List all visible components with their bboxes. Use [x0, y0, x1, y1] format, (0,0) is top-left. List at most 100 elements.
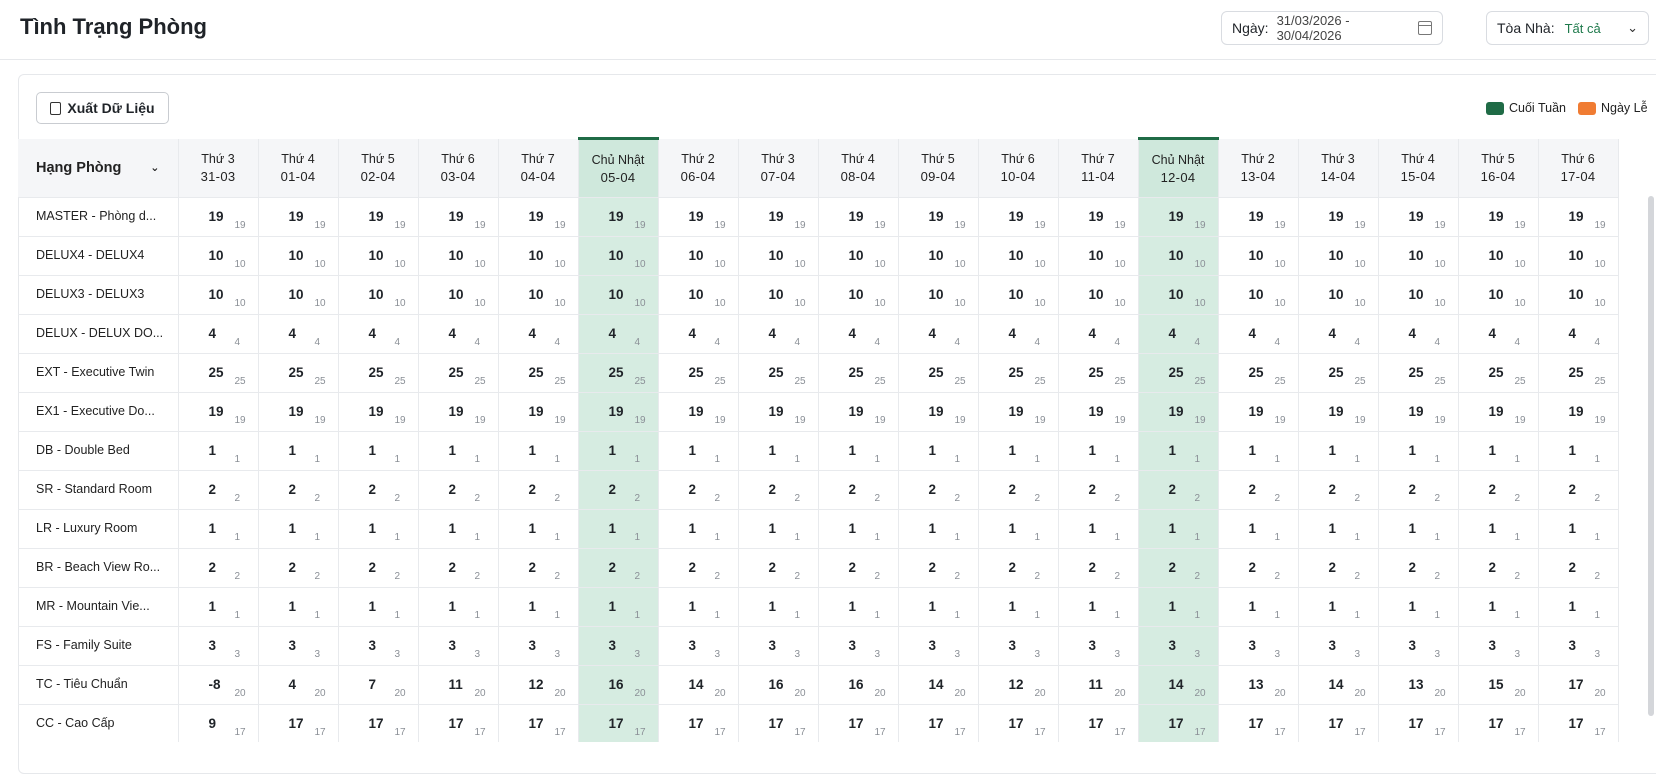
availability-cell[interactable]: 11 [1458, 509, 1539, 549]
availability-cell[interactable]: 19 19 [898, 197, 979, 237]
availability-cell[interactable]: 33 [898, 626, 979, 666]
availability-cell[interactable]: 44 [738, 314, 819, 354]
availability-cell[interactable]: 10 10 [178, 236, 259, 276]
availability-cell[interactable]: 11 [338, 587, 419, 627]
availability-cell[interactable]: 19 19 [738, 197, 819, 237]
availability-cell[interactable]: 11 [1058, 431, 1139, 471]
export-data-button[interactable]: Xuất Dữ Liệu [36, 92, 169, 124]
availability-cell[interactable]: 11 [578, 587, 659, 627]
availability-cell[interactable]: 22 [1138, 470, 1219, 510]
availability-cell[interactable]: 11 [1138, 509, 1219, 549]
availability-cell[interactable]: 17 17 [1378, 704, 1459, 742]
availability-cell[interactable]: 11 [978, 587, 1059, 627]
availability-cell[interactable]: 22 [1538, 548, 1619, 588]
availability-cell[interactable]: 17 17 [1138, 704, 1219, 742]
availability-cell[interactable]: 25 25 [418, 353, 499, 393]
availability-cell[interactable]: 19 19 [338, 392, 419, 432]
availability-cell[interactable]: 17 17 [738, 704, 819, 742]
availability-cell[interactable]: 10 10 [1058, 275, 1139, 315]
availability-cell[interactable]: 44 [978, 314, 1059, 354]
availability-cell[interactable]: 44 [178, 314, 259, 354]
availability-cell[interactable]: 33 [978, 626, 1059, 666]
availability-cell[interactable]: 44 [338, 314, 419, 354]
chevron-down-icon[interactable]: ⌄ [150, 161, 159, 174]
availability-cell[interactable]: 22 [1458, 548, 1539, 588]
availability-cell[interactable]: 44 [658, 314, 739, 354]
availability-cell[interactable]: 10 10 [1538, 236, 1619, 276]
availability-cell[interactable]: 25 25 [578, 353, 659, 393]
availability-cell[interactable]: 11 [978, 509, 1059, 549]
availability-cell[interactable]: 19 19 [1538, 392, 1619, 432]
availability-cell[interactable]: 19 19 [1218, 197, 1299, 237]
availability-cell[interactable]: 11 [578, 431, 659, 471]
availability-cell[interactable]: 33 [1378, 626, 1459, 666]
availability-cell[interactable]: 10 10 [578, 236, 659, 276]
availability-cell[interactable]: 44 [1138, 314, 1219, 354]
availability-cell[interactable]: 17 17 [1298, 704, 1379, 742]
availability-cell[interactable]: 17 17 [258, 704, 339, 742]
availability-cell[interactable]: 19 19 [578, 197, 659, 237]
availability-cell[interactable]: 25 25 [818, 353, 899, 393]
availability-cell[interactable]: 10 10 [578, 275, 659, 315]
availability-cell[interactable]: 22 [898, 548, 979, 588]
availability-cell[interactable]: 33 [1138, 626, 1219, 666]
availability-cell[interactable]: 11 [418, 587, 499, 627]
availability-cell[interactable]: 33 [1058, 626, 1139, 666]
availability-cell[interactable]: 25 25 [738, 353, 819, 393]
availability-cell[interactable]: 22 [258, 470, 339, 510]
availability-cell[interactable]: 11 [1058, 587, 1139, 627]
availability-cell[interactable]: 19 19 [1058, 197, 1139, 237]
availability-cell[interactable]: 19 19 [1298, 392, 1379, 432]
availability-cell[interactable]: 17 17 [418, 704, 499, 742]
availability-cell[interactable]: 33 [738, 626, 819, 666]
availability-cell[interactable]: 16 20 [578, 665, 659, 705]
availability-cell[interactable]: 22 [978, 470, 1059, 510]
availability-cell[interactable]: 11 20 [418, 665, 499, 705]
availability-cell[interactable]: 11 [738, 587, 819, 627]
availability-cell[interactable]: 22 [1538, 470, 1619, 510]
availability-cell[interactable]: 11 [178, 587, 259, 627]
availability-cell[interactable]: 17 17 [1538, 704, 1619, 742]
availability-cell[interactable]: 44 [1058, 314, 1139, 354]
availability-cell[interactable]: 10 10 [898, 275, 979, 315]
availability-cell[interactable]: 10 10 [338, 236, 419, 276]
availability-cell[interactable]: 10 10 [898, 236, 979, 276]
availability-cell[interactable]: 22 [818, 470, 899, 510]
availability-cell[interactable]: 22 [1378, 470, 1459, 510]
availability-cell[interactable]: 33 [498, 626, 579, 666]
availability-cell[interactable]: 10 10 [658, 236, 739, 276]
availability-cell[interactable]: 19 19 [578, 392, 659, 432]
availability-cell[interactable]: 19 19 [1538, 197, 1619, 237]
availability-cell[interactable]: 19 19 [1138, 197, 1219, 237]
availability-cell[interactable]: 22 [818, 548, 899, 588]
availability-cell[interactable]: 33 [1538, 626, 1619, 666]
availability-cell[interactable]: 17 17 [978, 704, 1059, 742]
availability-cell[interactable]: 19 19 [498, 197, 579, 237]
availability-cell[interactable]: 11 [818, 509, 899, 549]
availability-cell[interactable]: 11 [658, 431, 739, 471]
availability-cell[interactable]: 22 [1058, 470, 1139, 510]
availability-cell[interactable]: 10 10 [818, 275, 899, 315]
availability-cell[interactable]: 25 25 [658, 353, 739, 393]
availability-cell[interactable]: 19 19 [178, 392, 259, 432]
availability-cell[interactable]: 10 10 [258, 275, 339, 315]
availability-cell[interactable]: 33 [258, 626, 339, 666]
availability-cell[interactable]: 10 10 [738, 236, 819, 276]
availability-cell[interactable]: 19 19 [418, 197, 499, 237]
availability-cell[interactable]: 22 [1458, 470, 1539, 510]
availability-cell[interactable]: 17 17 [818, 704, 899, 742]
availability-cell[interactable]: 11 [898, 431, 979, 471]
availability-cell[interactable]: 11 [1378, 431, 1459, 471]
availability-cell[interactable]: 22 [658, 548, 739, 588]
availability-cell[interactable]: 11 [258, 431, 339, 471]
availability-cell[interactable]: 22 [1218, 548, 1299, 588]
availability-cell[interactable]: 44 [898, 314, 979, 354]
availability-cell[interactable]: 19 19 [1458, 197, 1539, 237]
availability-cell[interactable]: 11 [1458, 587, 1539, 627]
availability-cell[interactable]: 17 17 [338, 704, 419, 742]
availability-cell[interactable]: 25 25 [1538, 353, 1619, 393]
availability-cell[interactable]: 25 25 [1058, 353, 1139, 393]
availability-cell[interactable]: 11 [658, 509, 739, 549]
availability-cell[interactable]: 33 [338, 626, 419, 666]
availability-cell[interactable]: 19 19 [978, 197, 1059, 237]
